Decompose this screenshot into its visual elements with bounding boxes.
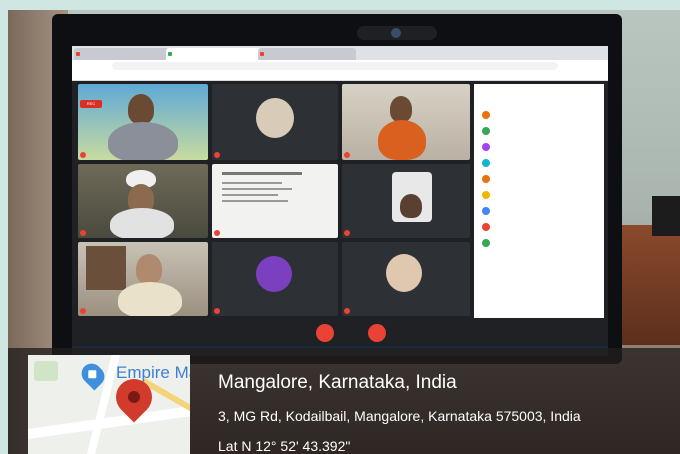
slide-text-line	[222, 200, 288, 202]
gmail-favicon-icon	[260, 52, 264, 56]
participant-avatar-icon	[482, 143, 490, 151]
map-park-area	[34, 361, 58, 381]
address-bar	[72, 60, 608, 72]
mic-off-icon	[344, 230, 350, 236]
shared-screen-tile[interactable]	[212, 164, 338, 238]
participant-avatar	[256, 98, 294, 138]
participant-face	[128, 94, 154, 124]
microphone-button[interactable]	[316, 324, 334, 342]
participant-row[interactable]	[482, 236, 600, 250]
location-latitude: Lat N 12° 52' 43.392"	[218, 438, 351, 454]
video-tile[interactable]	[78, 242, 208, 316]
participant-body	[118, 282, 182, 316]
slide-text-line	[222, 194, 278, 196]
slide-text-line	[222, 188, 292, 190]
mic-off-icon	[344, 152, 350, 158]
video-tile[interactable]	[342, 84, 470, 160]
pin-center	[125, 388, 143, 406]
participant-face	[400, 194, 422, 218]
speaker-box	[652, 196, 680, 236]
participant-row[interactable]	[482, 204, 600, 218]
monitor-screen	[72, 46, 608, 346]
participant-row[interactable]	[482, 220, 600, 234]
mic-off-icon	[214, 308, 220, 314]
mic-off-icon	[214, 230, 220, 236]
video-tile[interactable]	[78, 84, 208, 160]
browser-tab[interactable]	[258, 48, 356, 60]
browser-tab[interactable]	[74, 48, 172, 60]
map-road	[28, 403, 190, 441]
bag-glyph	[88, 370, 97, 379]
video-tile[interactable]	[212, 84, 338, 160]
bookmarks-bar	[72, 72, 608, 81]
participant-avatar-icon	[482, 159, 490, 167]
url-field[interactable]	[112, 62, 558, 70]
participant-row[interactable]	[482, 156, 600, 170]
meet-favicon-icon	[168, 52, 172, 56]
browser-tab-strip	[72, 46, 608, 60]
participant-row[interactable]	[482, 124, 600, 138]
mic-off-icon	[80, 230, 86, 236]
participant-body	[108, 122, 178, 160]
location-address: 3, MG Rd, Kodailbail, Mangalore, Karnata…	[218, 408, 581, 424]
slide-text-line	[222, 182, 282, 184]
video-tile[interactable]	[342, 242, 470, 316]
slide-text-line	[222, 172, 302, 175]
participant-face	[390, 96, 412, 122]
mic-off-icon	[214, 152, 220, 158]
participant-initial-avatar	[256, 256, 292, 292]
participant-avatar-icon	[482, 111, 490, 119]
browser-tab-active[interactable]	[166, 48, 264, 60]
bookshelf	[86, 246, 126, 290]
participant-avatar-icon	[482, 191, 490, 199]
participant-body	[110, 208, 174, 238]
participant-avatar-icon	[482, 223, 490, 231]
participant-avatar-icon	[482, 239, 490, 247]
tab-favicon-icon	[76, 52, 80, 56]
mic-off-icon	[80, 308, 86, 314]
participant-avatar-icon	[482, 127, 490, 135]
video-grid	[78, 84, 470, 316]
mic-off-icon	[344, 308, 350, 314]
meeting-details-panel	[474, 84, 604, 346]
participant-row[interactable]	[482, 140, 600, 154]
video-tile[interactable]	[342, 164, 470, 238]
participant-face	[136, 254, 162, 284]
video-tile[interactable]	[78, 164, 208, 238]
webcam	[357, 26, 437, 40]
webcam-lens	[391, 28, 401, 38]
mic-off-icon	[80, 152, 86, 158]
participant-avatar	[386, 254, 422, 292]
recording-badge: REC	[80, 100, 102, 108]
map-thumbnail: Empire Ma	[28, 355, 190, 454]
video-tile[interactable]	[212, 242, 338, 316]
participant-row[interactable]	[482, 108, 600, 122]
participant-row[interactable]	[482, 172, 600, 186]
participant-body	[378, 120, 426, 160]
location-title: Mangalore, Karnataka, India	[218, 372, 457, 393]
camera-button[interactable]	[368, 324, 386, 342]
meeting-controls-bar	[72, 318, 608, 346]
participant-avatar-icon	[482, 207, 490, 215]
participant-avatar-icon	[482, 175, 490, 183]
participant-row[interactable]	[482, 188, 600, 202]
